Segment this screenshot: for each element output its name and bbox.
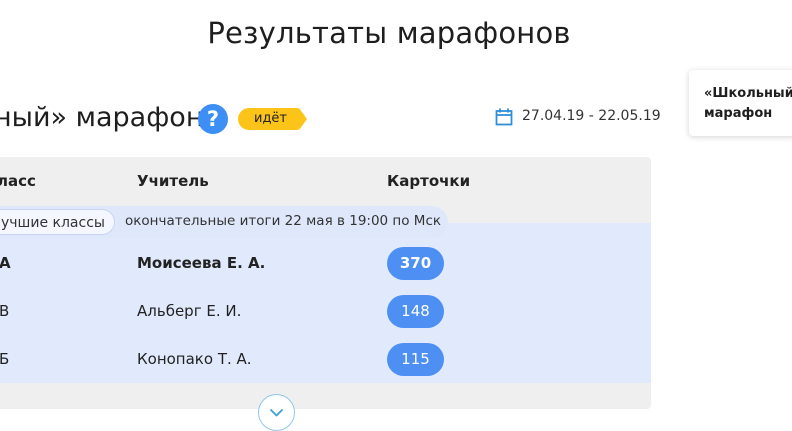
cards-count-badge: 370	[387, 247, 444, 280]
row-class: Б	[0, 350, 10, 368]
expand-button[interactable]	[258, 394, 295, 431]
chevron-down-icon	[270, 409, 283, 417]
calendar-icon	[495, 108, 513, 126]
page-title: Результаты марафонов	[207, 16, 571, 50]
cards-count-badge: 115	[387, 343, 444, 376]
row-class: В	[0, 302, 10, 320]
marathon-card[interactable]: «Школьный марафон	[689, 70, 792, 136]
table-row[interactable]: А Моисеева Е. А. 370	[0, 240, 651, 288]
results-info-strip: учшие классы окончательные итоги 22 мая …	[0, 206, 448, 238]
header-teacher: Учитель	[137, 172, 209, 190]
table-row[interactable]: Б Конопако Т. А. 115	[0, 336, 651, 384]
row-teacher: Конопако Т. А.	[137, 350, 252, 368]
final-results-note: окончательные итоги 22 мая в 19:00 по Мс…	[125, 213, 442, 229]
rows-highlight: А Моисеева Е. А. 370 В Альберг Е. И. 148…	[0, 223, 651, 383]
row-teacher: Альберг Е. И.	[137, 302, 242, 320]
results-table: ласс Учитель Карточки А Моисеева Е. А. 3…	[0, 157, 651, 431]
best-classes-tab[interactable]: учшие классы	[0, 209, 115, 235]
table-row[interactable]: В Альберг Е. И. 148	[0, 288, 651, 336]
status-badge: идёт	[238, 108, 308, 130]
header-class: ласс	[0, 172, 36, 190]
row-class: А	[0, 254, 11, 272]
marathon-title: ный» марафон	[0, 102, 204, 133]
question-icon[interactable]: ?	[198, 104, 228, 134]
cards-count-badge: 148	[387, 295, 444, 328]
header-cards: Карточки	[387, 172, 471, 190]
marathon-card-title: «Школьный марафон	[704, 86, 792, 121]
row-teacher: Моисеева Е. А.	[137, 254, 266, 272]
date-range-text: 27.04.19 - 22.05.19	[522, 108, 661, 124]
